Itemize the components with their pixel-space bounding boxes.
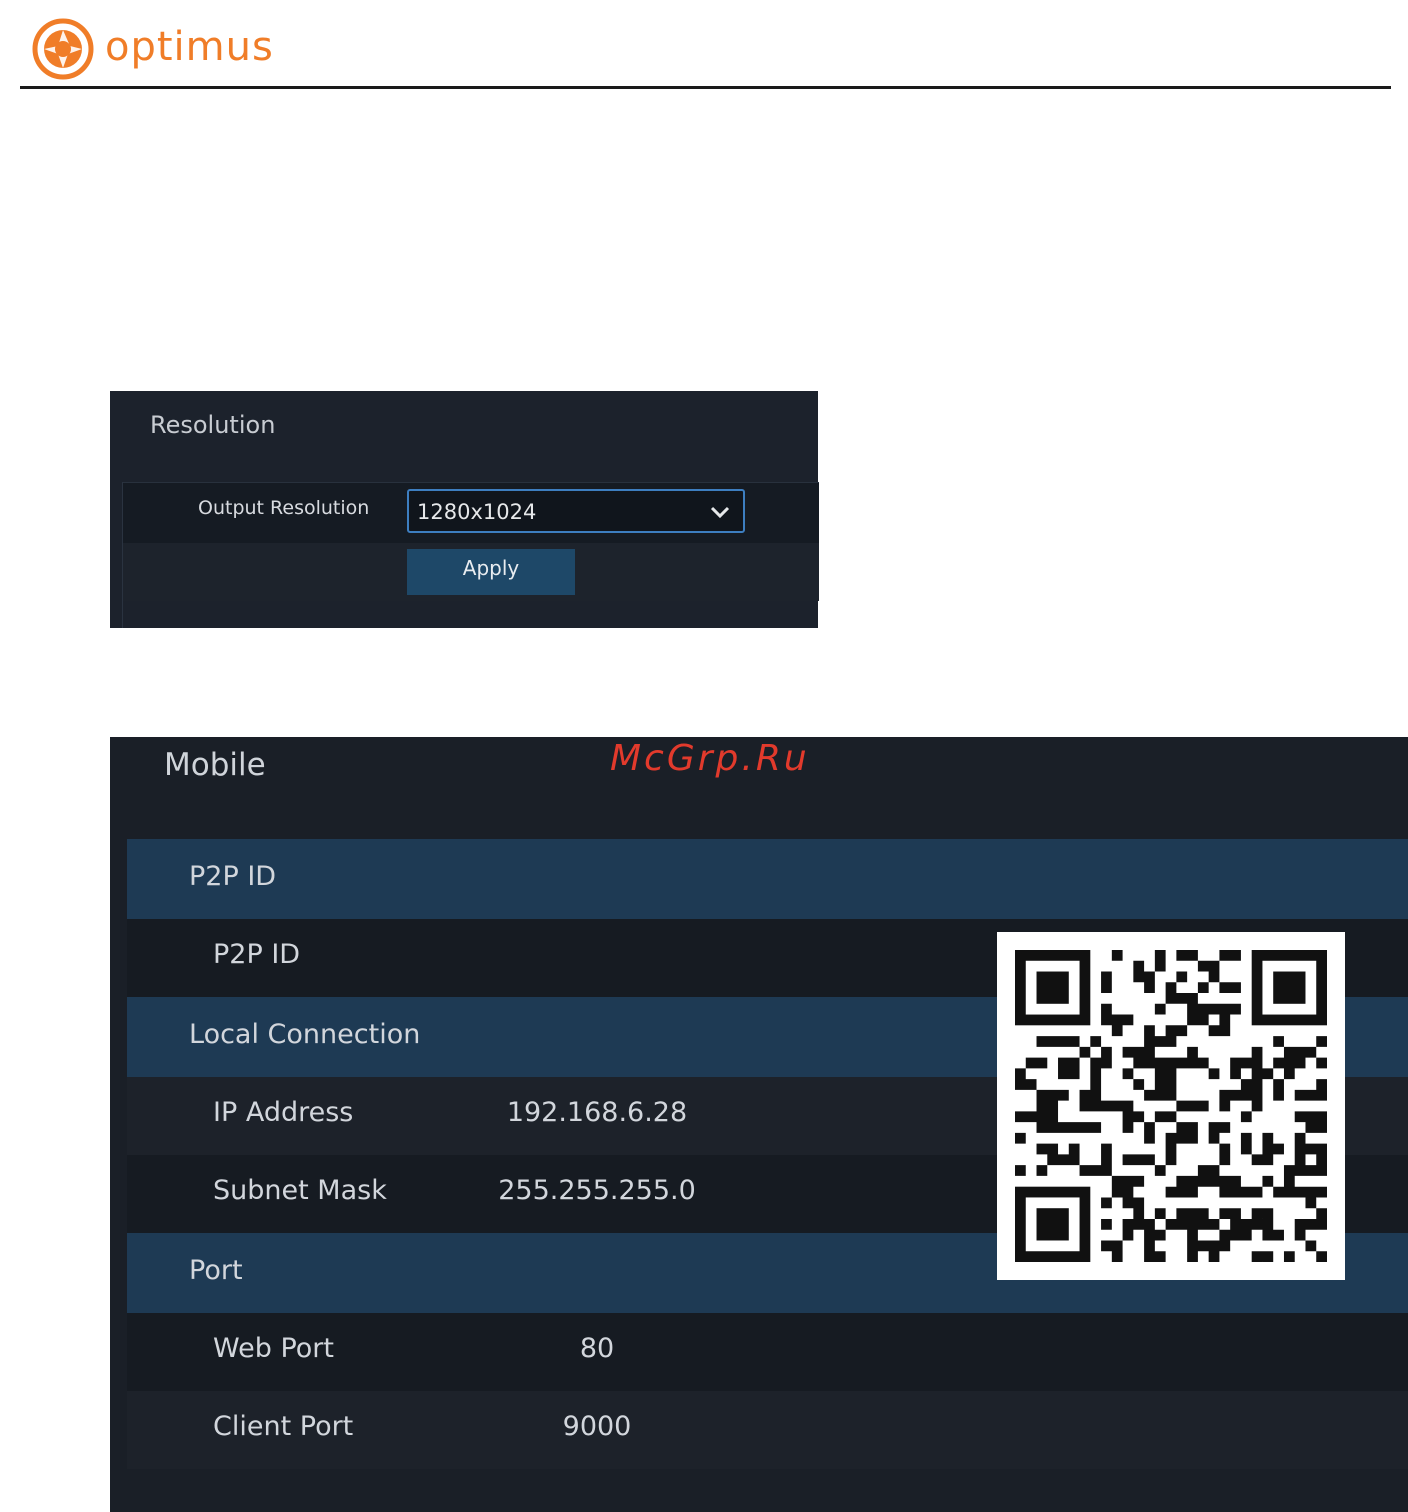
ip-address-value: 192.168.6.28 xyxy=(506,1097,688,1128)
output-resolution-value: 1280x1024 xyxy=(417,500,537,524)
resolution-title: Resolution xyxy=(150,411,276,439)
qr-code xyxy=(997,932,1345,1280)
client-port-row: Client Port 9000 xyxy=(127,1391,1408,1469)
apply-row: Apply xyxy=(123,543,819,601)
brand-name: optimus xyxy=(105,24,274,70)
qr-finder-pattern xyxy=(1015,950,1091,1026)
output-resolution-label: Output Resolution xyxy=(198,497,370,519)
qr-code-icon xyxy=(1015,950,1327,1262)
mobile-title: Mobile xyxy=(164,747,266,783)
p2p-section-label: P2P ID xyxy=(189,861,277,892)
qr-finder-pattern xyxy=(1015,1186,1091,1262)
resolution-rows: Output Resolution 1280x1024 Apply xyxy=(122,482,819,628)
qr-finder-pattern xyxy=(1251,950,1327,1026)
ip-address-label: IP Address xyxy=(213,1097,354,1128)
header-divider xyxy=(20,86,1391,89)
p2p-id-label: P2P ID xyxy=(213,939,301,970)
p2p-section-header: P2P ID xyxy=(127,839,1408,919)
output-resolution-row: Output Resolution 1280x1024 xyxy=(123,482,819,543)
web-port-label: Web Port xyxy=(213,1333,334,1364)
client-port-label: Client Port xyxy=(213,1411,354,1442)
apply-button[interactable]: Apply xyxy=(407,549,575,595)
web-port-value: 80 xyxy=(579,1333,615,1364)
chevron-down-icon xyxy=(710,506,730,519)
local-connection-label: Local Connection xyxy=(189,1019,421,1050)
client-port-value: 9000 xyxy=(562,1411,632,1442)
resolution-panel: Resolution Output Resolution 1280x1024 A… xyxy=(110,391,819,628)
output-resolution-select[interactable]: 1280x1024 xyxy=(407,489,745,533)
subnet-mask-value: 255.255.255.0 xyxy=(498,1175,696,1206)
watermark: McGrp.Ru xyxy=(610,738,810,779)
optimus-logo-icon xyxy=(32,18,94,80)
web-port-row: Web Port 80 xyxy=(127,1313,1408,1391)
subnet-mask-label: Subnet Mask xyxy=(213,1175,387,1206)
port-section-label: Port xyxy=(189,1255,243,1286)
